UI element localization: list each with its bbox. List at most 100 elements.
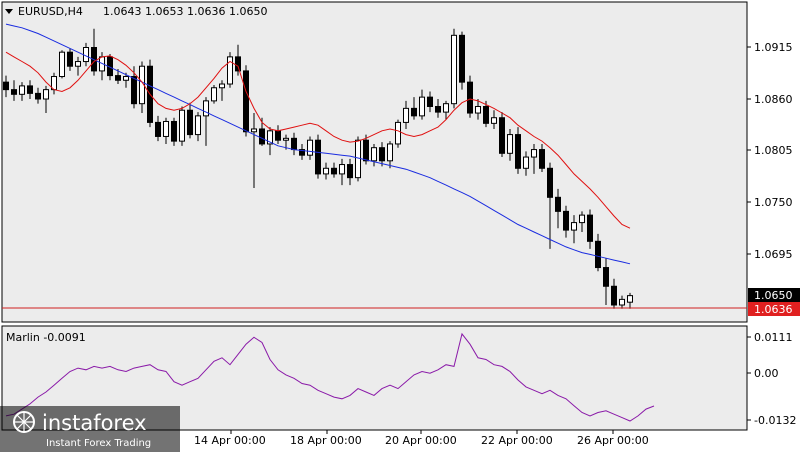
bear-candle-body (379, 147, 385, 162)
price-tick: 1.0805 (754, 144, 793, 157)
bull-candle-body (619, 298, 625, 306)
bear-candle-body (67, 51, 73, 67)
candle (227, 52, 233, 88)
watermark-brand: instaforex (42, 411, 147, 435)
price-tick: 1.0860 (754, 93, 793, 106)
candle (315, 134, 321, 179)
bull-candle-body (307, 139, 313, 156)
bull-candle-body (579, 214, 585, 224)
bull-candle-body (211, 87, 217, 102)
candle (395, 119, 401, 148)
bear-candle-body (459, 34, 465, 83)
bear-candle-body (11, 89, 17, 95)
bull-candle-body (443, 103, 449, 113)
bear-candle-body (243, 70, 249, 133)
bull-candle-body (475, 105, 481, 114)
bear-candle-body (587, 214, 593, 242)
bull-candle-body (387, 143, 393, 162)
chart-canvas[interactable]: EURUSD,H4 1.0643 1.0653 1.0636 1.0650 1.… (0, 0, 805, 452)
current-price-label: 1.0650 (754, 289, 793, 302)
watermark-tagline: Instant Forex Trading (46, 438, 151, 449)
candle (59, 50, 65, 79)
time-axis: 14 Apr 00:00 18 Apr 00:00 20 Apr 00:00 2… (194, 430, 649, 447)
bull-candle-body (627, 295, 633, 303)
bull-candle-body (507, 134, 513, 154)
candle (211, 84, 217, 104)
bull-candle-body (19, 85, 25, 95)
low-price-label: 1.0636 (754, 303, 793, 316)
trading-chart-window: EURUSD,H4 1.0643 1.0653 1.0636 1.0650 1.… (0, 0, 805, 452)
bear-candle-body (259, 128, 265, 145)
bear-candle-body (411, 107, 417, 117)
time-tick: 26 Apr 00:00 (577, 434, 649, 447)
bull-candle-body (531, 149, 537, 158)
bull-candle-body (571, 222, 577, 231)
bull-candle-body (323, 167, 329, 175)
bull-candle-body (83, 47, 89, 63)
bear-candle-body (603, 267, 609, 287)
time-tick: 18 Apr 00:00 (290, 434, 362, 447)
bear-candle-body (3, 81, 9, 91)
bull-candle-body (219, 83, 225, 89)
price-axis: 1.0915 1.0860 1.0805 1.0750 1.0695 (747, 41, 793, 261)
candle (451, 28, 457, 109)
bull-candle-body (123, 76, 129, 81)
bull-candle-body (395, 121, 401, 145)
time-tick: 14 Apr 00:00 (194, 434, 266, 447)
bear-candle-body (563, 210, 569, 231)
price-tick: 1.0695 (754, 248, 793, 261)
instaforex-logo-icon (13, 411, 35, 433)
oscillator-tick: 0.00 (754, 367, 779, 380)
bear-candle-body (467, 81, 473, 114)
bear-candle-body (315, 139, 321, 175)
time-tick: 20 Apr 00:00 (385, 434, 457, 447)
symbol-label: EURUSD,H4 (18, 5, 83, 18)
bull-candle-body (419, 96, 425, 117)
bear-candle-body (547, 167, 553, 198)
candle (515, 127, 521, 174)
bull-candle-body (491, 117, 497, 124)
bull-candle-body (451, 34, 457, 105)
bear-candle-body (27, 85, 33, 94)
bull-candle-body (371, 147, 377, 162)
bear-candle-body (291, 137, 297, 151)
bear-candle-body (235, 56, 241, 72)
bull-candle-body (179, 109, 185, 142)
bull-candle-body (523, 156, 529, 169)
bull-candle-body (43, 89, 49, 100)
price-tick: 1.0750 (754, 196, 793, 209)
bear-candle-body (35, 92, 41, 100)
bull-candle-body (339, 164, 345, 175)
oscillator-label: Marlin -0.0091 (6, 331, 86, 344)
bear-candle-body (347, 164, 353, 179)
bear-candle-body (155, 121, 161, 137)
bear-candle-body (187, 109, 193, 136)
bear-candle-body (131, 76, 137, 105)
instaforex-watermark: instaforex Instant Forex Trading (0, 406, 180, 452)
bear-candle-body (115, 75, 121, 81)
bear-candle-body (515, 134, 521, 169)
bull-candle-body (75, 61, 81, 67)
candle (147, 59, 153, 128)
bull-candle-body (203, 100, 209, 117)
oscillator-axis: 0.0111 0.00 -0.0132 (747, 331, 796, 427)
oscillator-tick: -0.0132 (754, 414, 796, 427)
bull-candle-body (59, 51, 65, 78)
candle (459, 31, 465, 90)
bear-candle-body (483, 105, 489, 124)
price-tick: 1.0915 (754, 41, 793, 54)
candle (179, 106, 185, 146)
bear-candle-body (539, 149, 545, 169)
oscillator-tick: 0.0111 (754, 331, 793, 344)
bear-candle-body (611, 285, 617, 306)
bear-candle-body (363, 139, 369, 162)
bear-candle-body (555, 196, 561, 212)
bear-candle-body (171, 120, 177, 142)
bull-candle-body (403, 107, 409, 123)
bear-candle-body (275, 130, 281, 141)
candle (171, 117, 177, 146)
candle (467, 75, 473, 118)
candle (499, 112, 505, 158)
bull-candle-body (163, 120, 169, 137)
bull-candle-body (251, 128, 257, 133)
